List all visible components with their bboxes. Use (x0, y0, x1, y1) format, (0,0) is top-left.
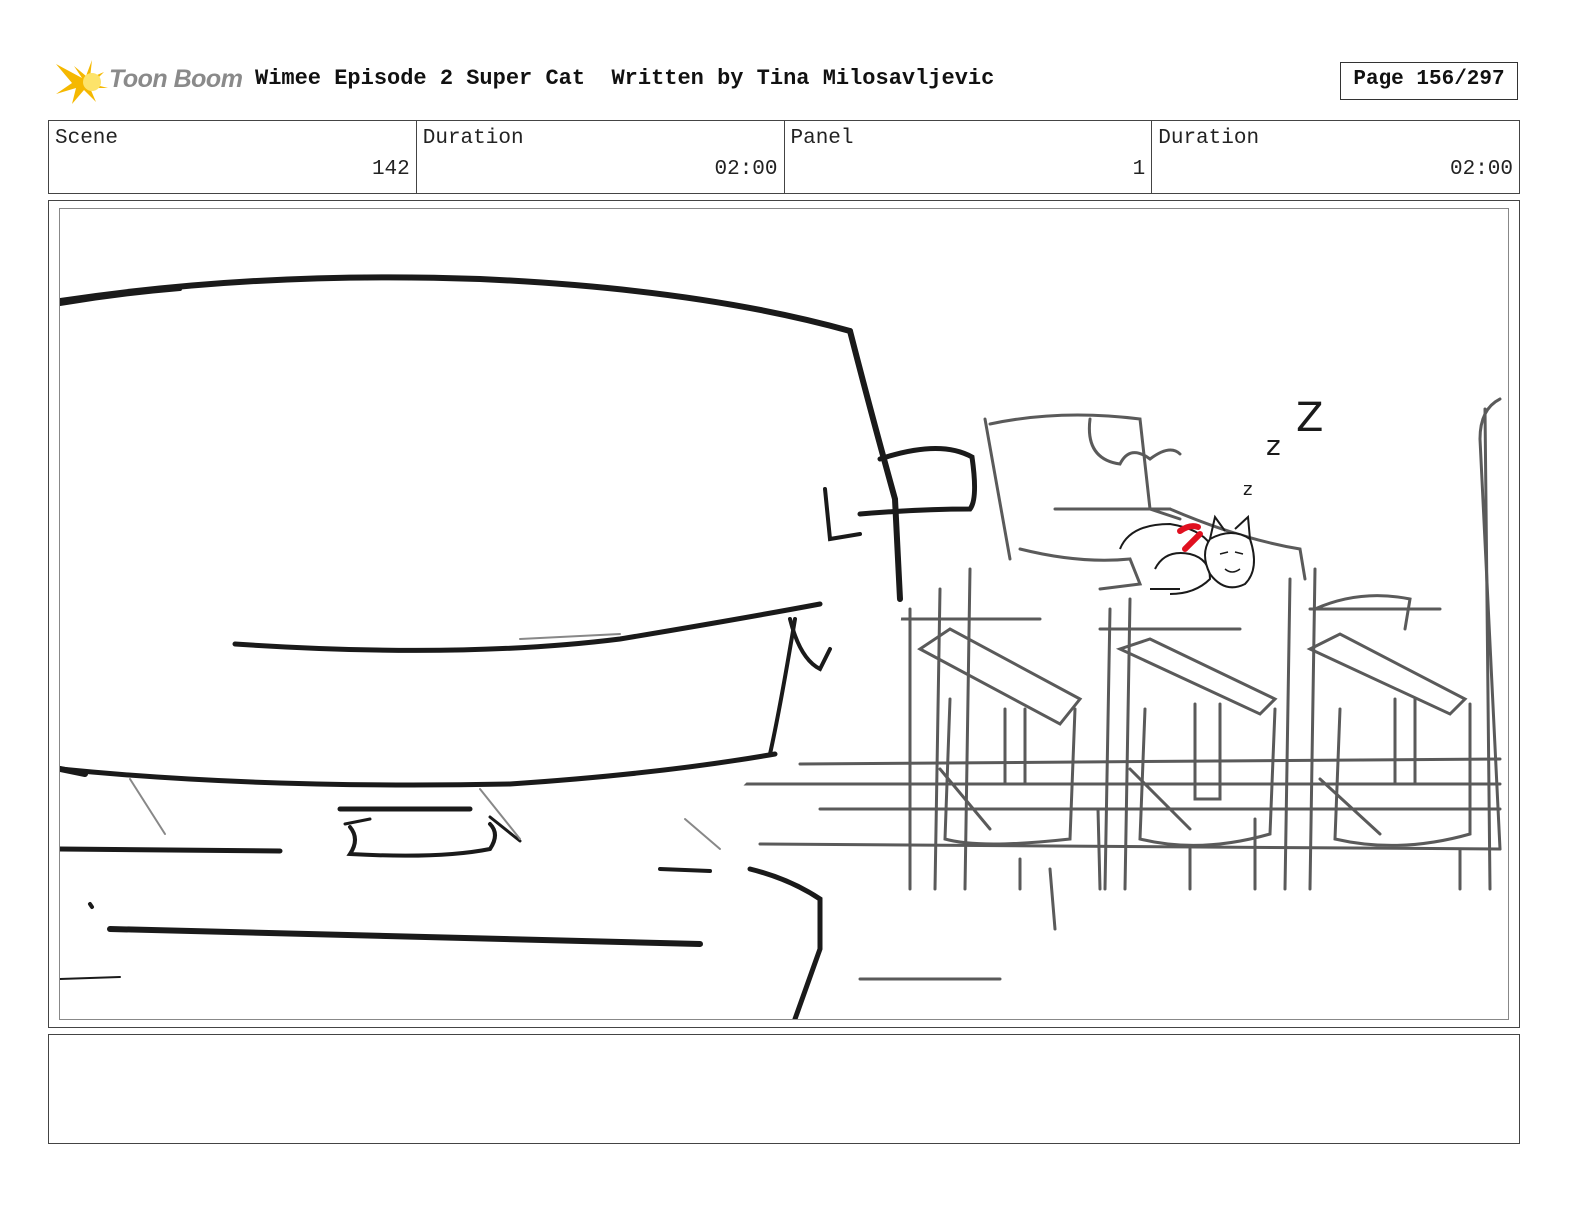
scene-duration-value: 02:00 (714, 158, 778, 181)
logo-burst-icon (56, 60, 108, 104)
sleep-z-large: Z (1296, 395, 1323, 441)
scene-cell: Scene 142 (49, 121, 417, 193)
panel-sketch: z z Z (60, 269, 1502, 1019)
panel-notes-box (48, 1034, 1520, 1144)
panel-duration-cell: Duration 02:00 (1152, 121, 1519, 193)
storyboard-header: Toon Boom Wimee Episode 2 Super Cat Writ… (48, 54, 1540, 106)
panel-duration-value: 02:00 (1449, 158, 1513, 181)
panel-cell: Panel 1 (785, 121, 1153, 193)
toon-boom-logo: Toon Boom (52, 56, 243, 106)
foreground-vehicle-sketch (60, 269, 978, 1019)
panel-label: Panel (790, 127, 854, 150)
panel-value: 1 (1132, 158, 1146, 181)
storyboard-panel-image: z z Z (59, 208, 1509, 1020)
page-number: Page 156/297 (1340, 62, 1518, 100)
sleep-z-small: z (1243, 479, 1252, 500)
panel-duration-label: Duration (1158, 127, 1260, 150)
logo-text: Toon Boom (109, 65, 243, 93)
sleep-z-medium: z (1266, 429, 1281, 462)
scene-duration-cell: Duration 02:00 (417, 121, 785, 193)
storyboard-panel-frame: z z Z (48, 200, 1520, 1028)
scene-value: 142 (371, 158, 410, 181)
storyboard-title: Wimee Episode 2 Super Cat Written by Tin… (255, 66, 995, 91)
scene-duration-label: Duration (422, 127, 524, 150)
sleeping-cat-sketch: z z Z (1119, 395, 1323, 595)
scene-label: Scene (55, 127, 119, 150)
panel-info-row: Scene 142 Duration 02:00 Panel 1 Duratio… (48, 120, 1520, 194)
